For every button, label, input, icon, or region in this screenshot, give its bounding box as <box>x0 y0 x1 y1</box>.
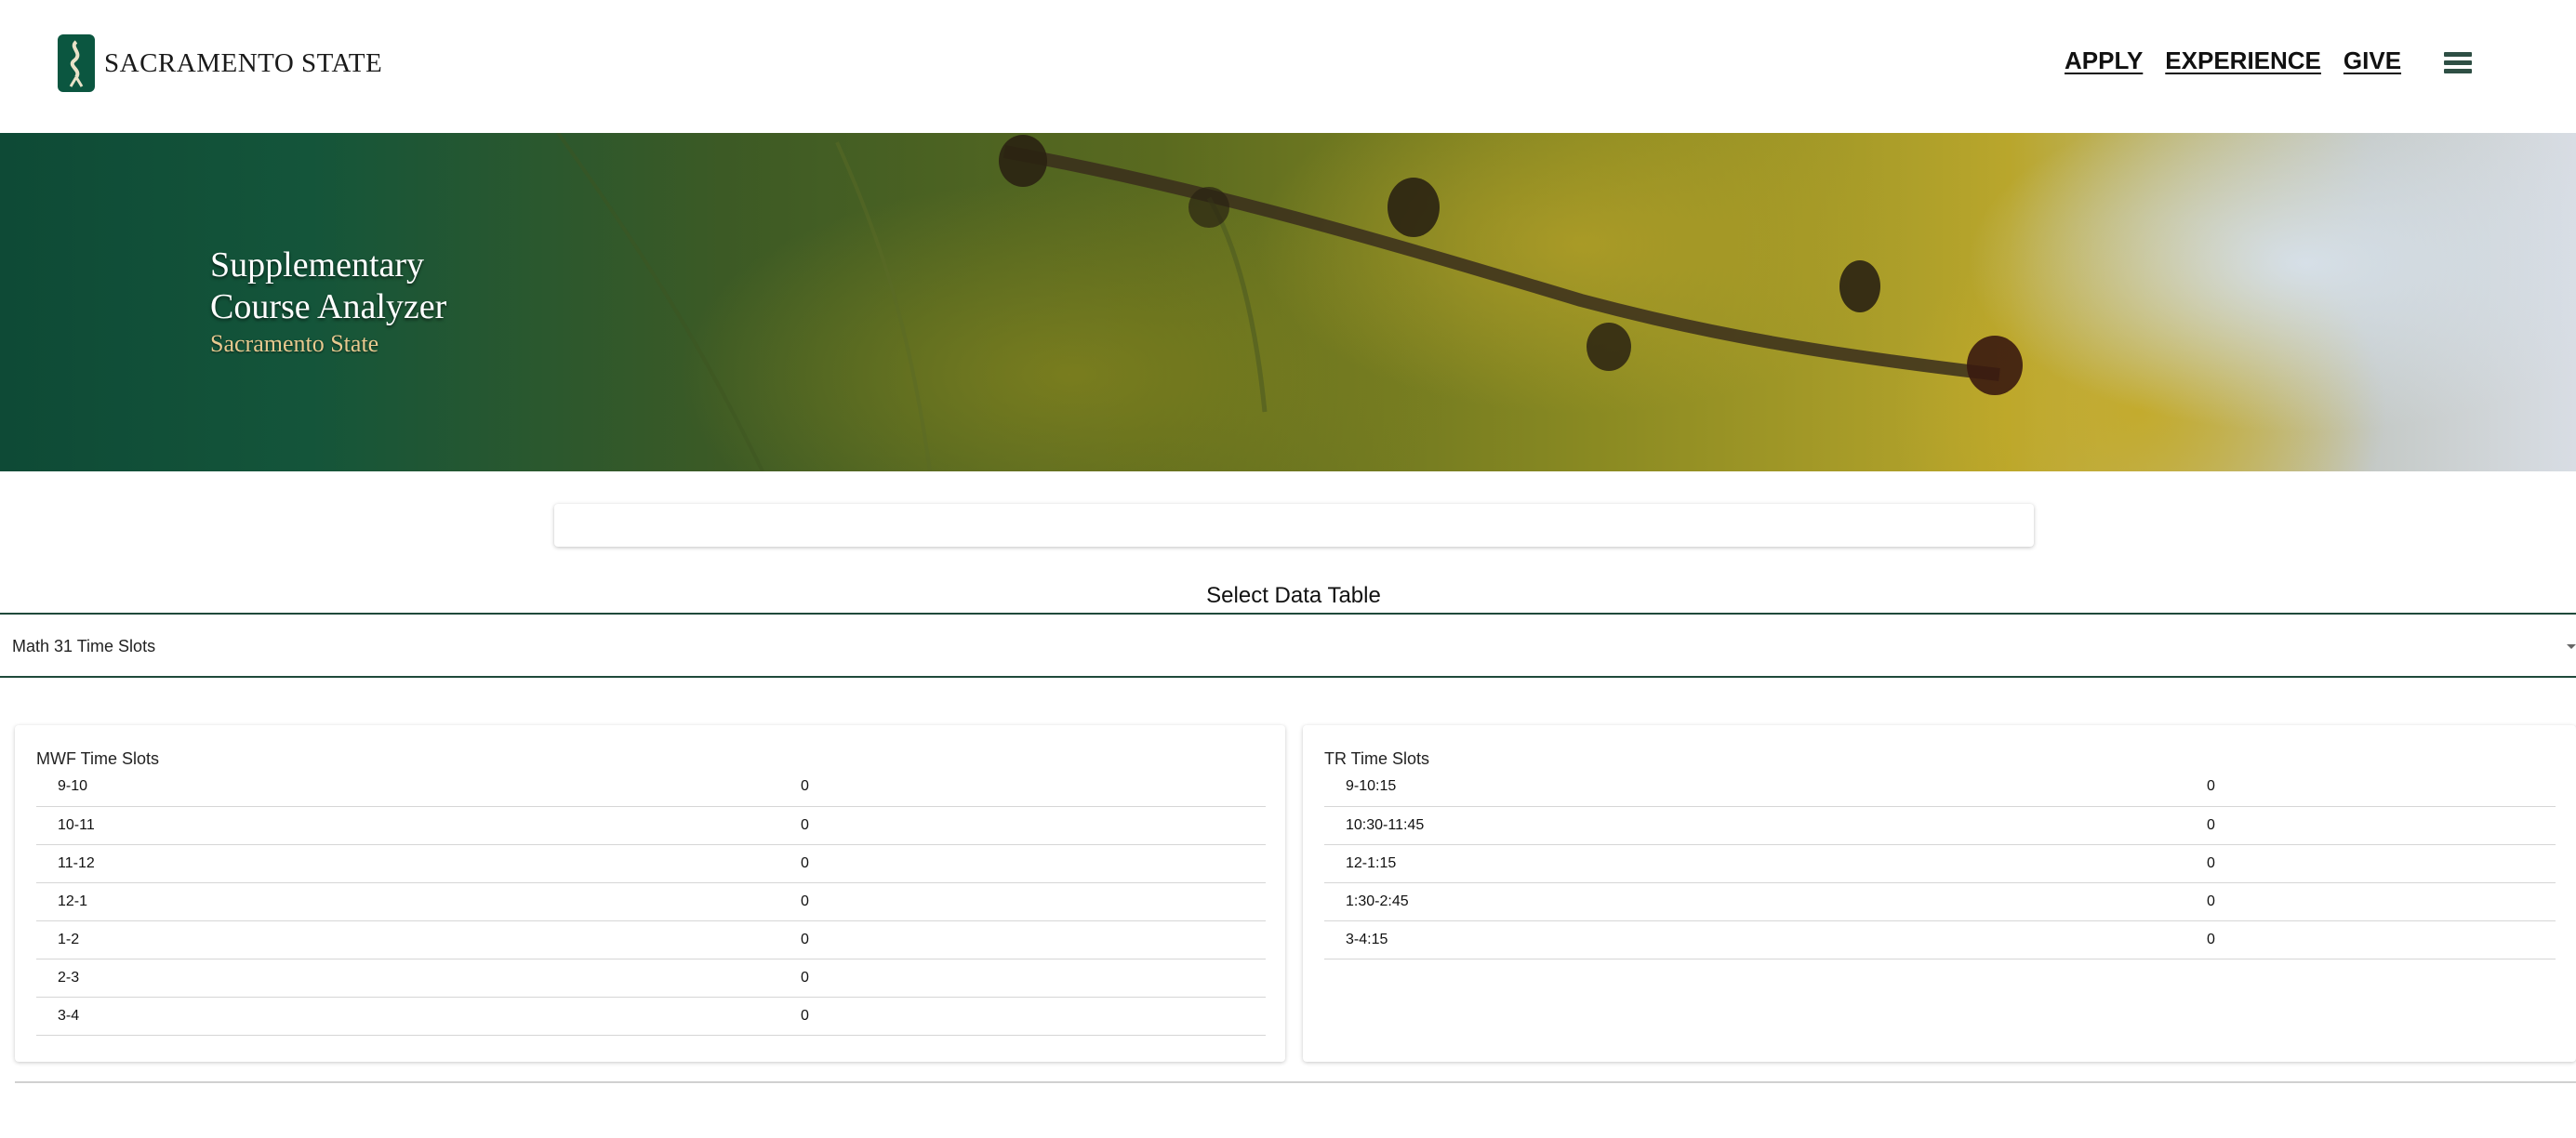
count-cell: 0 <box>801 920 1266 959</box>
count-cell: 0 <box>2207 920 2556 959</box>
table-row: 10:30-11:45 0 <box>1324 806 2556 845</box>
slot-cell: 1-2 <box>36 920 801 959</box>
table-row: 1:30-2:45 0 <box>1324 882 2556 921</box>
table-row: 3-4 0 <box>36 997 1266 1036</box>
page-title-line2: Course Analyzer <box>210 287 447 326</box>
site-header: SACRAMENTO STATE APPLY EXPERIENCE GIVE <box>0 0 2576 133</box>
count-cell: 0 <box>801 882 1266 921</box>
slot-cell: 10-11 <box>36 806 801 845</box>
divider <box>15 1081 2576 1083</box>
slot-cell: 3-4:15 <box>1324 920 2207 959</box>
table-row: 11-12 0 <box>36 844 1266 883</box>
count-cell: 0 <box>2207 844 2556 883</box>
caret-down-icon <box>2567 644 2576 649</box>
select-data-table-label: Select Data Table <box>1206 583 1381 608</box>
slot-cell: 3-4 <box>36 997 801 1036</box>
count-cell: 0 <box>801 959 1266 998</box>
data-table-select[interactable]: Math 31 Time Slots <box>0 613 2576 678</box>
table-row: 9-10 0 <box>36 768 1266 807</box>
hamburger-menu-icon[interactable] <box>2444 52 2472 76</box>
logo-wordmark: SACRAMENTO STATE <box>104 47 383 78</box>
slot-cell: 9-10 <box>36 768 801 807</box>
mwf-time-slots-table: 9-10 0 10-11 0 11-12 0 12-1 0 1-2 0 2-3 0 3-4 0 <box>36 768 1266 1036</box>
table-row: 10-11 0 <box>36 806 1266 845</box>
slot-cell: 1:30-2:45 <box>1324 882 2207 921</box>
tr-table-title: TR Time Slots <box>1324 749 1430 768</box>
count-cell: 0 <box>801 768 1266 807</box>
slot-cell: 2-3 <box>36 959 801 998</box>
table-row: 1-2 0 <box>36 920 1266 959</box>
nav-experience-link[interactable]: EXPERIENCE <box>2165 46 2321 75</box>
hero-banner: Supplementary Course Analyzer Sacramento… <box>0 133 2576 471</box>
table-row: 2-3 0 <box>36 959 1266 998</box>
page-subtitle: Sacramento State <box>210 330 379 357</box>
slot-cell: 9-10:15 <box>1324 768 2207 807</box>
count-cell: 0 <box>2207 806 2556 845</box>
mwf-table-title: MWF Time Slots <box>36 749 160 768</box>
table-row: 12-1:15 0 <box>1324 844 2556 883</box>
mwf-time-slots-card: MWF Time Slots 9-10 0 10-11 0 11-12 0 12-1 0… <box>15 725 1285 1062</box>
sacramento-state-logo[interactable]: SACRAMENTO STATE <box>58 33 382 93</box>
slot-cell: 11-12 <box>36 844 801 883</box>
page-title-line1: Supplementary <box>210 245 425 284</box>
count-cell: 0 <box>801 806 1266 845</box>
count-cell: 0 <box>2207 768 2556 807</box>
data-table-select-value: Math 31 Time Slots <box>12 637 156 655</box>
page-title: Supplementary Course Analyzer <box>210 245 508 328</box>
slot-cell: 12-1:15 <box>1324 844 2207 883</box>
hornet-logo-icon <box>58 34 95 92</box>
tr-time-slots-table: 9-10:15 0 10:30-11:45 0 12-1:15 0 1:30-2:45… <box>1324 768 2556 959</box>
nav-apply-link[interactable]: APPLY <box>2065 46 2143 75</box>
table-row: 9-10:15 0 <box>1324 768 2556 807</box>
table-row: 12-1 0 <box>36 882 1266 921</box>
nav-give-link[interactable]: GIVE <box>2344 46 2401 75</box>
empty-input-card[interactable] <box>554 504 2034 547</box>
slot-cell: 10:30-11:45 <box>1324 806 2207 845</box>
table-row: 3-4:15 0 <box>1324 920 2556 959</box>
primary-nav: APPLY EXPERIENCE GIVE <box>2065 46 2423 75</box>
count-cell: 0 <box>801 997 1266 1036</box>
count-cell: 0 <box>801 844 1266 883</box>
count-cell: 0 <box>2207 882 2556 921</box>
slot-cell: 12-1 <box>36 882 801 921</box>
tr-time-slots-card: TR Time Slots 9-10:15 0 10:30-11:45 0 12-1… <box>1303 725 2576 1062</box>
